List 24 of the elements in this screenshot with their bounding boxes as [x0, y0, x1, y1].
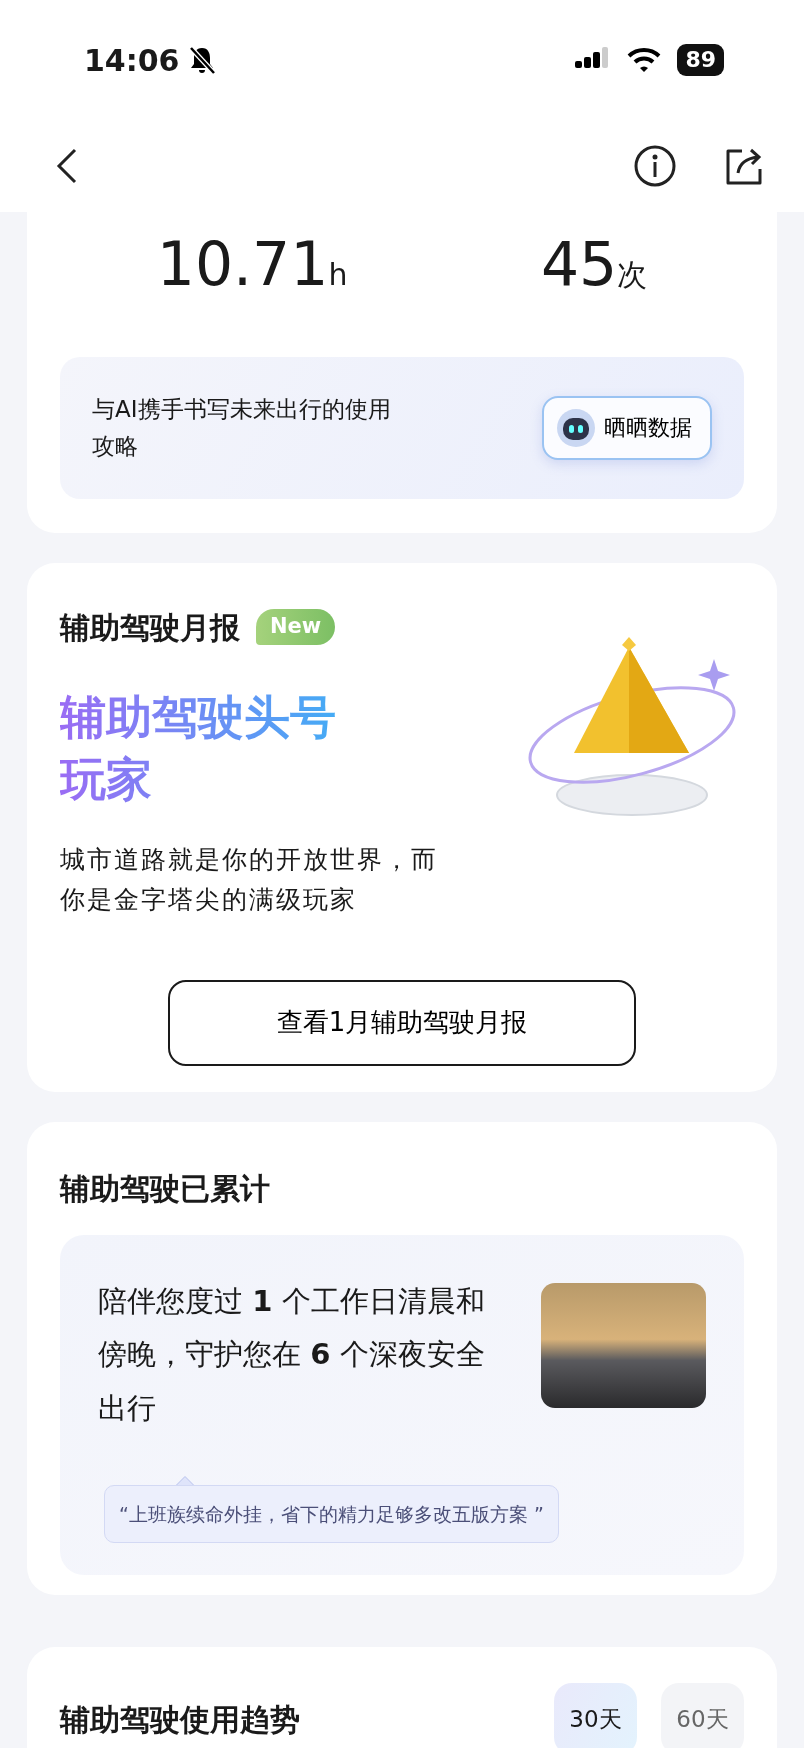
- quote-bubble: “上班族续命外挂，省下的精力足够多改五版方案 ”: [104, 1484, 559, 1544]
- share-icon[interactable]: [724, 147, 764, 185]
- range-tab[interactable]: 30天: [554, 1683, 637, 1748]
- stat-unit: 次: [617, 257, 648, 292]
- share-data-button[interactable]: 晒晒数据: [542, 395, 712, 460]
- range-tab[interactable]: 60天: [661, 1683, 744, 1748]
- section-title: 辅助驾驶使用趋势: [60, 1700, 300, 1739]
- stat-unit: h: [328, 257, 348, 292]
- section-title: 辅助驾驶月报: [60, 608, 240, 647]
- new-badge: New: [256, 609, 336, 645]
- info-icon[interactable]: [634, 145, 676, 187]
- robot-icon: [556, 407, 596, 448]
- stat-value: 45: [540, 229, 618, 299]
- status-time: 14:06: [84, 41, 180, 80]
- battery-level: 89: [677, 44, 724, 76]
- bubble-tail-icon: [176, 1475, 194, 1485]
- wifi-icon: [627, 47, 662, 73]
- summary-text: 陪伴您度过 1 个工作日清晨和傍晚，守护您在 6 个深夜安全出行: [98, 1282, 486, 1428]
- section-title: 辅助驾驶已累计: [60, 1169, 271, 1208]
- tip-text: 与AI携手书写未来出行的使用攻略: [92, 395, 392, 461]
- view-report-button[interactable]: 查看1月辅助驾驶月报: [168, 979, 636, 1066]
- stat-value: 10.71: [156, 229, 329, 299]
- report-description: 城市道路就是你的开放世界，而你是金字塔尖的满级玩家: [60, 843, 439, 916]
- back-icon[interactable]: [55, 148, 79, 184]
